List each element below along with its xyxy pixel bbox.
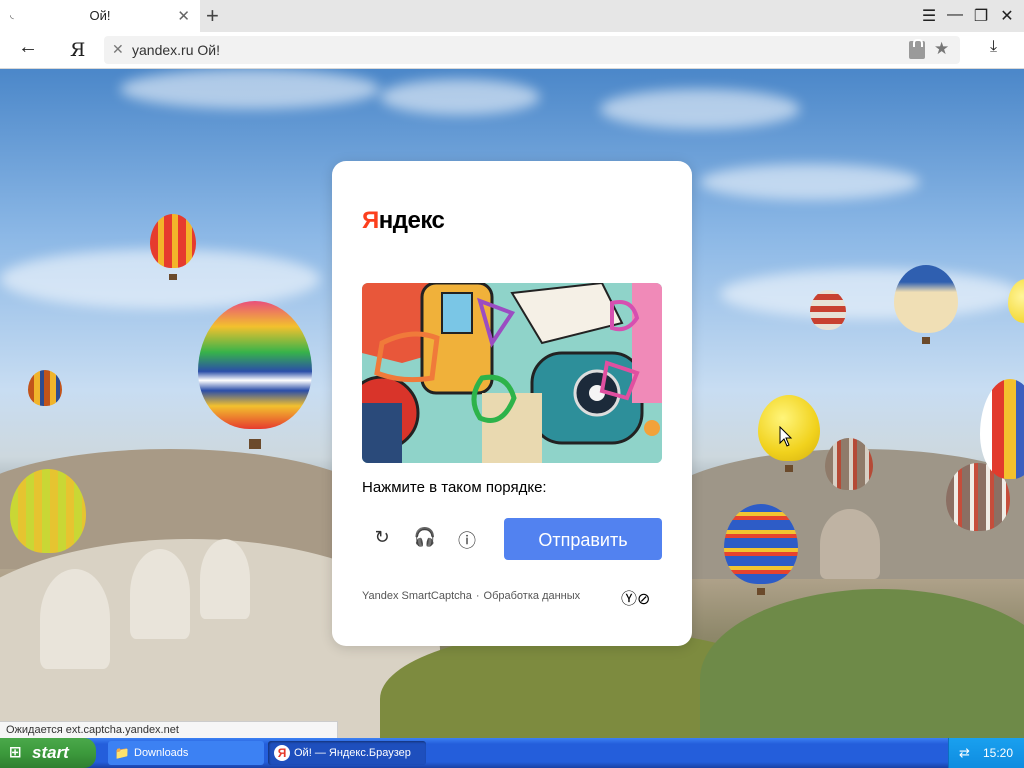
taskbar-item-downloads[interactable]: 📁 Downloads [108,741,264,765]
headphones-icon[interactable]: 🎧 [413,527,437,551]
captcha-footer: Yandex SmartCaptcha · Обработка данных [362,590,580,602]
cloud [720,269,1020,319]
info-icon[interactable]: ⓘ [455,527,479,551]
cloud [120,69,380,109]
hill [700,589,1024,738]
rock-formation [130,549,190,639]
captcha-image[interactable] [362,283,662,463]
lock-icon[interactable] [909,39,925,59]
system-tray: ⇄ 15:20 [948,738,1024,768]
smartcaptcha-brand: Yandex SmartCaptcha [362,590,472,602]
rock-formation [200,539,250,619]
address-bar[interactable]: ✕ yandex.ru Ой! ★ [104,36,960,64]
captcha-instruction: Нажмите в таком порядке: [362,479,547,496]
new-tab-icon[interactable]: + [206,3,219,29]
start-button[interactable]: ⊞ start [0,738,96,768]
submit-button[interactable]: Отправить [504,518,662,560]
footer-separator: · [475,590,480,602]
cloud [700,164,920,200]
tab-active[interactable]: ◟ Ой! ✕ [0,0,200,32]
rock-formation [40,569,110,669]
captcha-illustration[interactable] [362,283,662,463]
windows-flag-icon: ⊞ [9,744,22,761]
download-icon[interactable]: ⤓ [990,38,997,56]
mouse-cursor-icon [779,426,793,447]
folder-icon: 📁 [114,746,130,760]
yandex-browser-icon: Я [274,745,290,761]
menu-icon[interactable]: ☰ [918,6,940,26]
rock-formation [820,509,880,579]
status-bar: Ожидается ext.captcha.yandex.net [0,721,338,738]
browser-toolbar: ← Я ✕ yandex.ru Ой! ★ ⤓ [0,32,1024,69]
taskbar-item-browser[interactable]: Я Ой! — Яндекс.Браузер [268,741,426,765]
address-text[interactable]: yandex.ru Ой! [132,42,220,58]
restore-icon[interactable]: ❐ [970,6,992,26]
start-label: start [32,743,69,762]
clock[interactable]: 15:20 [983,738,1013,768]
tab-title: Ой! [89,8,111,23]
tab-strip: ◟ Ой! ✕ + ☰ — ❐ ✕ [0,0,1024,32]
taskbar: ⊞ start 📁 Downloads Я Ой! — Яндекс.Брауз… [0,738,1024,768]
bookmark-icon[interactable]: ★ [934,39,949,59]
taskbar-item-label: Downloads [134,747,189,759]
data-processing-link[interactable]: Обработка данных [484,590,581,602]
tab-close-icon[interactable]: ✕ [177,7,190,25]
refresh-icon[interactable]: ↻ [370,527,394,551]
network-icon[interactable]: ⇄ [959,745,970,761]
yandex-home-icon[interactable]: Я [70,39,85,61]
yandex-brand-icon: Ⓨ⊘ [621,591,651,608]
clear-icon[interactable]: ✕ [112,41,124,58]
minimize-icon[interactable]: — [944,6,966,26]
back-icon[interactable]: ← [18,36,38,59]
window-close-icon[interactable]: ✕ [996,6,1018,26]
cloud [600,89,800,129]
cloud [380,79,540,115]
yandex-logo: Яндекс [362,207,445,234]
taskbar-item-label: Ой! — Яндекс.Браузер [294,747,411,759]
captcha-card: Яндекс Нажмите в таком порядке: ↻ 🎧 ⓘ От… [332,161,692,646]
